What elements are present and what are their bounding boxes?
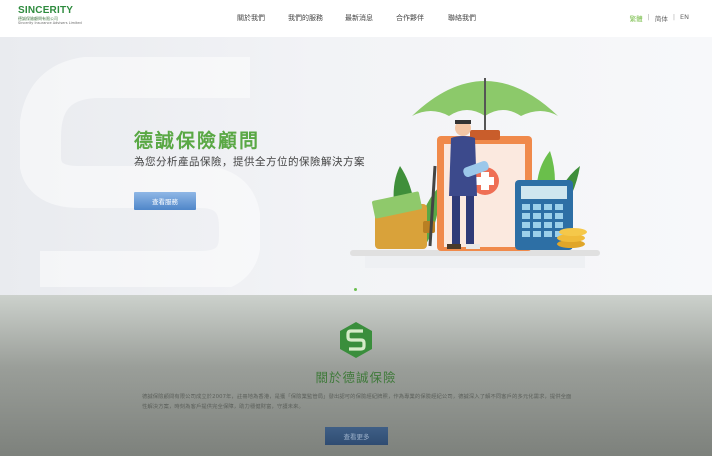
insurance-illustration-icon (350, 78, 600, 268)
brand-logo[interactable]: SINCERITY 德誠保險顧問有限公司 Sincerity Insurance… (16, 5, 82, 33)
brand-text: SINCERITY 德誠保險顧問有限公司 Sincerity Insurance… (18, 5, 82, 26)
language-switcher: 繁體 | 简体 | EN (625, 13, 694, 23)
sincerity-emblem-icon (340, 322, 372, 358)
nav-services[interactable]: 我們的服務 (288, 13, 323, 23)
background-s-shape-icon (20, 57, 260, 287)
hero-banner: 德誠保險顧問 為您分析產品保險，提供全方位的保險解決方案 查看服務 (0, 37, 712, 295)
hero-subtitle: 為您分析產品保險，提供全方位的保險解決方案 (134, 156, 365, 168)
nav-partners[interactable]: 合作夥伴 (396, 13, 424, 23)
view-more-button[interactable]: 查看更多 (325, 427, 388, 445)
lang-english[interactable]: EN (675, 13, 694, 23)
about-section: 關於德誠保險 德誠保險顧問有限公司成立於2007年，註冊地為香港，是獲「保險業監… (0, 295, 712, 456)
about-description: 德誠保險顧問有限公司成立於2007年，註冊地為香港，是獲「保險業監管局」發出認可… (142, 394, 572, 410)
carousel-indicator[interactable] (354, 288, 357, 291)
nav-about[interactable]: 關於我們 (237, 13, 265, 23)
hero-title: 德誠保險顧問 (134, 130, 261, 152)
nav-news[interactable]: 最新消息 (345, 13, 373, 23)
nav-contact[interactable]: 聯絡我們 (448, 13, 476, 23)
about-title: 關於德誠保險 (315, 370, 397, 385)
brand-name: SINCERITY (18, 5, 74, 16)
lang-traditional[interactable]: 繁體 (625, 13, 648, 23)
brand-name-en: Sincerity Insurance Advisers Limited (18, 21, 82, 25)
page: SINCERITY 德誠保險顧問有限公司 Sincerity Insurance… (0, 0, 712, 456)
view-services-button[interactable]: 查看服務 (134, 192, 196, 210)
site-header: SINCERITY 德誠保險顧問有限公司 Sincerity Insurance… (0, 0, 712, 37)
lang-simplified[interactable]: 简体 (650, 13, 673, 23)
